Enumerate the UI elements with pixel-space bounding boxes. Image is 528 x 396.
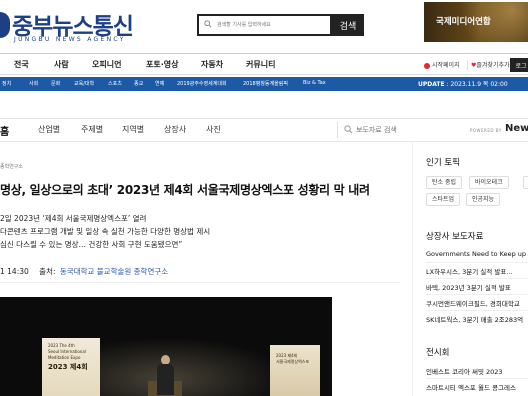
screen-text: Seoul International	[48, 349, 86, 354]
logo-subtitle: JUNGBU NEWS AGENCY	[14, 36, 126, 43]
press-divider	[426, 310, 528, 311]
util-link-bookmark-label: 즐겨찾기추가	[476, 62, 510, 69]
screen-text: 2023 The 4th	[48, 343, 75, 348]
nav-item-community[interactable]: 커뮤니티	[246, 59, 275, 70]
article-subtitle: 2일 2023년 ‘제4회 서울국제명상엑스포’ 열려	[0, 214, 147, 223]
subnav-item-swimming-2019[interactable]: 2019광주수영세계대회	[177, 80, 227, 87]
util-link-start-page[interactable]: 시작페이지	[424, 60, 460, 69]
subnav-item-society[interactable]: 사회	[29, 80, 38, 87]
press-release-item[interactable]: SK네트웍스, 3분기 매출 2조283억	[426, 314, 523, 324]
press-release-item[interactable]: 바텍, 2023년 3분기 실적 발표	[426, 282, 511, 292]
speaker-body	[157, 364, 174, 395]
subnav-item-education[interactable]: 교육/대학	[74, 80, 94, 87]
update-value: : 2023.11.9 목 02:00	[446, 81, 508, 88]
nav-item-people[interactable]: 사람	[54, 59, 69, 70]
press-search-icon[interactable]	[344, 125, 353, 134]
subnav-item-religion[interactable]: 종교	[134, 80, 143, 87]
screen-text: Meditation Expo	[48, 355, 81, 360]
topic-tag[interactable]: 바이오테크	[469, 176, 509, 189]
banner-text: 국제미디어연합	[436, 17, 491, 27]
press-search-input[interactable]	[356, 123, 456, 137]
exhibitions-title: 전시회	[426, 348, 450, 358]
section-tab-region[interactable]: 지역별	[122, 124, 144, 135]
subnav-item-sports[interactable]: 스포츠	[108, 80, 122, 87]
speaker	[156, 355, 174, 395]
article-time: 1 14:30	[0, 267, 29, 276]
util-link-bookmark[interactable]: ♥즐겨찾기추가	[471, 60, 510, 69]
exhibition-divider	[426, 378, 528, 379]
category-subnav: 정치 사회 문화 교육/대학 스포츠 종교 연예 2019광주수영세계대회 20…	[0, 77, 528, 91]
article-meta: 1 14:30 출처: 동국대학교 불교학술원 종학연구소	[0, 266, 168, 277]
subnav-item-culture[interactable]: 문화	[51, 80, 60, 87]
login-button[interactable]: 로그	[510, 58, 528, 72]
article: 종학연구소 명상, 일상으로의 초대’ 2023년 제4회 서울국제명상엑스포 …	[0, 160, 400, 396]
topic-tag[interactable]: 축제	[523, 176, 528, 189]
screen-headline: 2023 제4회	[48, 363, 88, 371]
press-divider	[426, 294, 528, 295]
article-subtitle: 심신 다스릴 수 있는 명상… 건강한 사회 구현 도움됐으면”	[0, 240, 183, 249]
stage-screen-left: 2023 The 4th Seoul International Meditat…	[42, 338, 100, 396]
press-divider	[426, 262, 528, 263]
screen-text: 서울국제명상엑스포	[276, 359, 310, 364]
start-page-icon	[424, 62, 430, 69]
powered-by-label: POWERED BY	[470, 128, 502, 133]
nav-item-nationwide[interactable]: 전국	[14, 59, 29, 70]
section-home-link[interactable]: 홈	[0, 123, 9, 138]
press-release-item[interactable]: 쿠시먼앤드웨이크필드, 경희대학교	[426, 298, 520, 308]
nav-item-photo-video[interactable]: 포토·영상	[146, 59, 178, 70]
banner-ad[interactable]: 국제미디어연합	[424, 2, 528, 42]
stage-screen-right: 2023 제4회 서울국제명상엑스포	[270, 345, 320, 396]
section-divider	[337, 122, 338, 138]
article-source-label: 출처:	[39, 267, 56, 276]
exhibition-item[interactable]: 인베스트 코리아 써밋 2023	[426, 366, 503, 376]
topic-tag[interactable]: 인공지능	[466, 193, 501, 206]
topic-tag[interactable]: 탄소 중립	[426, 176, 462, 189]
sidebar: 인기 토픽 탄소 중립 바이오테크 축제 스타트업 인공지능 상장사 보도자료 …	[412, 142, 528, 396]
topic-tag[interactable]: 스타트업	[426, 193, 461, 206]
article-source-link[interactable]: 동국대학교 불교학술원 종학연구소	[60, 267, 168, 276]
site-search-box[interactable]	[197, 14, 332, 36]
hot-topics-title: 인기 토픽	[426, 158, 460, 168]
subnav-item-politics[interactable]: 정치	[2, 80, 11, 87]
press-releases-title: 상장사 보도자료	[426, 232, 484, 242]
subnav-item-biz-tax[interactable]: Biz & Tax	[303, 80, 326, 86]
site-search-input[interactable]	[217, 18, 327, 32]
site-logo[interactable]: 중부뉴스통신 JUNGBU NEWS AGENCY	[0, 6, 150, 46]
article-title: 명상, 일상으로의 초대’ 2023년 제4회 서울국제명상엑스포 성황리 막 …	[0, 183, 370, 197]
section-tab-industry[interactable]: 산업별	[38, 124, 60, 135]
section-tab-topic[interactable]: 주제별	[81, 124, 103, 135]
article-subtitle: 다콘텐츠 프로그램 개발 및 일상 속 실천 가능한 다양한 명상법 제시	[0, 227, 211, 236]
powered-by-brand[interactable]: News	[505, 123, 528, 134]
nav-item-opinion[interactable]: 오피니언	[92, 59, 121, 70]
article-category[interactable]: 종학연구소	[0, 163, 23, 170]
update-timestamp: UPDATE : 2023.11.9 목 02:00	[418, 79, 508, 88]
section-tab-listed[interactable]: 상장사	[164, 124, 186, 135]
press-divider	[426, 278, 528, 279]
section-tab-photos[interactable]: 사진	[206, 124, 221, 135]
press-release-item[interactable]: Governments Need to Keep up	[426, 250, 526, 258]
update-label: UPDATE	[418, 81, 445, 88]
logo-mark-icon	[0, 12, 10, 38]
util-separator	[467, 60, 468, 70]
section-nav: 홈 산업별 주제별 지역별 상장사 사진 POWERED BY News	[0, 118, 528, 142]
main-nav: 전국 사람 오피니언 포토·영상 자동차 커뮤니티 시작페이지 ♥즐겨찾기추가 …	[0, 53, 528, 75]
nav-item-cars[interactable]: 자동차	[201, 59, 223, 70]
press-release-item[interactable]: LX하우시스, 3분기 실적 발표...	[426, 266, 512, 276]
util-link-start-page-label: 시작페이지	[432, 62, 460, 69]
subnav-item-entertainment[interactable]: 연예	[155, 80, 164, 87]
article-photo[interactable]: 2023 The 4th Seoul International Meditat…	[0, 297, 332, 396]
article-divider	[0, 282, 400, 283]
subnav-item-pyeongchang-2018[interactable]: 2018평창동계올림픽	[243, 80, 288, 87]
top-header: 중부뉴스통신 JUNGBU NEWS AGENCY 검색 국제미디어연합	[0, 0, 528, 52]
site-search-button[interactable]: 검색	[332, 14, 364, 36]
search-icon	[204, 20, 212, 28]
exhibition-item[interactable]: 스마트시티 엑스포 월드 콩그레스	[426, 382, 516, 392]
